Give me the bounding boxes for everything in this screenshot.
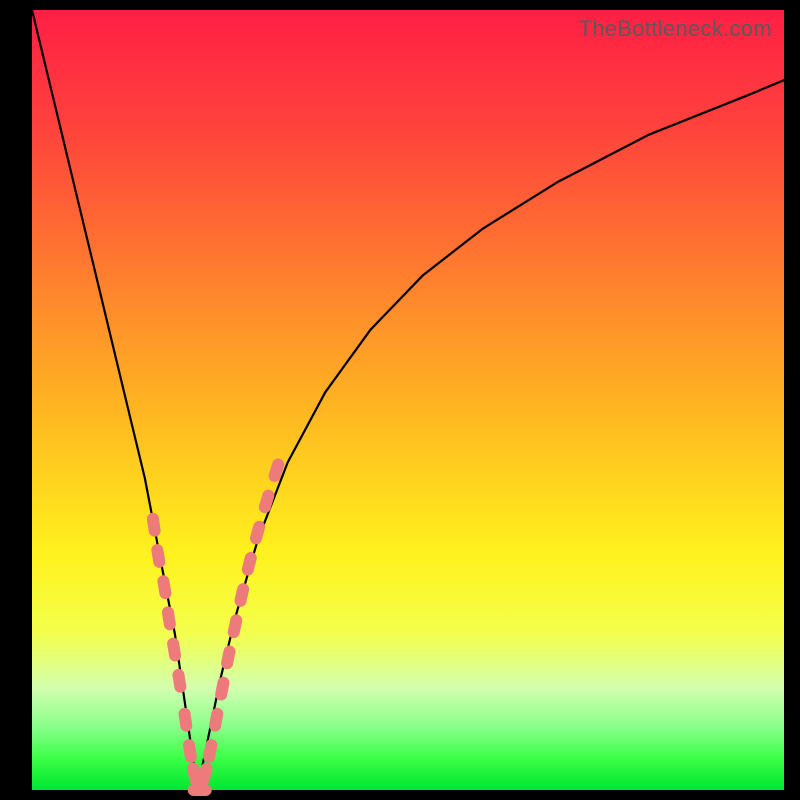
bottleneck-curve [32,10,784,790]
marker-point [156,574,172,600]
marker-point [150,543,166,569]
chart-svg [32,10,784,790]
marker-point [172,668,188,694]
marker-point [202,738,219,764]
marker-point [166,637,182,663]
marker-point [220,644,237,670]
marker-point [227,613,244,639]
marker-group [146,457,286,796]
marker-point [241,551,259,577]
marker-point [233,582,250,608]
marker-point [161,606,177,632]
plot-area: TheBottleneck.com [32,10,784,790]
marker-point [182,738,198,764]
marker-point [208,707,224,733]
marker-point [178,707,193,733]
marker-point [146,512,161,537]
marker-point [249,519,267,545]
chart-frame: TheBottleneck.com [0,0,800,800]
marker-point [267,457,286,483]
marker-point [214,676,230,702]
marker-point [188,784,212,796]
